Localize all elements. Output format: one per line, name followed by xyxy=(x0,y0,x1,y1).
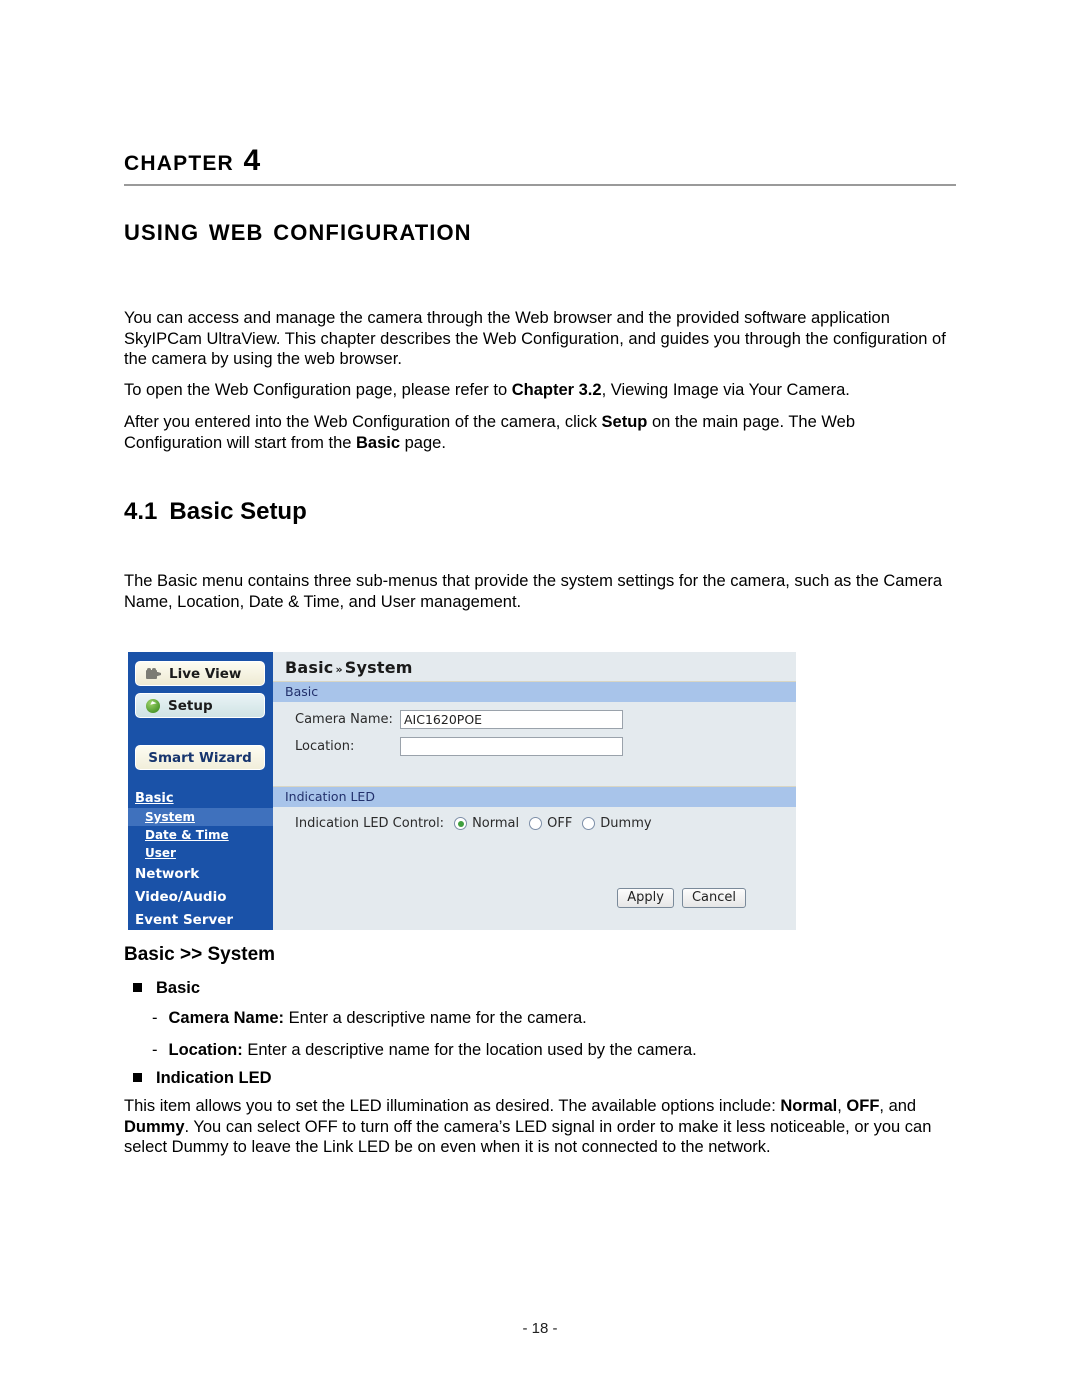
intro-paragraph-3: After you entered into the Web Configura… xyxy=(124,412,956,453)
chapter-rule xyxy=(124,184,956,186)
video-camera-icon xyxy=(146,667,162,680)
chapter-label: Chapter 4 xyxy=(124,144,262,177)
setup-label: Setup xyxy=(168,697,213,714)
breadcrumb-leaf: System xyxy=(344,658,413,677)
led-control-label: Indication LED Control: xyxy=(295,816,445,831)
sidebar-item-video-audio[interactable]: Video/Audio xyxy=(128,885,273,908)
section-number: 4.1 xyxy=(124,498,158,525)
location-term: Location: xyxy=(168,1041,243,1059)
details-heading: Basic >> System xyxy=(124,944,276,965)
led-desc-g: . You can select OFF to turn off the cam… xyxy=(124,1117,932,1157)
intro-3-text-a: After you entered into the Web Configura… xyxy=(124,413,602,431)
square-bullet-icon xyxy=(133,1073,142,1082)
intro-2-text-c: , Viewing Image via Your Camera. xyxy=(601,381,850,399)
basic-emphasis: Basic xyxy=(356,433,401,452)
led-description-paragraph: This item allows you to set the LED illu… xyxy=(124,1096,956,1158)
sidebar-item-date-time[interactable]: Date & Time xyxy=(128,826,273,844)
section-title: Basic Setup xyxy=(169,498,307,525)
form-actions: Apply Cancel xyxy=(617,888,746,908)
square-bullet-icon xyxy=(133,983,142,992)
sidebar-nav: Basic System Date & Time User Network Vi… xyxy=(128,789,273,930)
location-definition: Enter a descriptive name for the locatio… xyxy=(242,1041,697,1059)
live-view-button[interactable]: Live View xyxy=(135,661,265,686)
radio-off-label: OFF xyxy=(547,816,573,831)
smart-wizard-button[interactable]: Smart Wizard xyxy=(135,745,265,770)
chapter-reference: Chapter 3.2 xyxy=(511,381,602,399)
detail-camera-name: - Camera Name: Enter a descriptive name f… xyxy=(152,1008,952,1029)
detail-location: - Location: Enter a descriptive name for … xyxy=(152,1040,952,1061)
sidebar-item-event-server[interactable]: Event Server xyxy=(128,908,273,930)
camera-name-definition: Enter a descriptive name for the camera. xyxy=(284,1009,587,1027)
page-footer: - 18 - xyxy=(522,1320,558,1337)
section-bar-basic: Basic xyxy=(273,681,796,702)
app-sidebar: Live View Setup Smart Wizard Basic Syste… xyxy=(128,652,273,930)
bullet-indication-led: Indication LED xyxy=(133,1069,272,1088)
chapter-header: Chapter 4 xyxy=(124,146,956,186)
bullet-basic: Basic xyxy=(133,979,200,998)
intro-3-text-e: page. xyxy=(400,433,446,452)
intro-2-text-a: To open the Web Configuration page, plea… xyxy=(124,381,512,399)
bullet-basic-label: Basic xyxy=(156,979,201,997)
intro-paragraph-2: To open the Web Configuration page, plea… xyxy=(124,380,956,401)
camera-name-term: Camera Name: xyxy=(168,1009,285,1027)
document-page: Chapter 4 Using Web Configuration You ca… xyxy=(0,0,1080,1397)
smart-wizard-label: Smart Wizard xyxy=(148,749,252,766)
led-control-row: Indication LED Control: Normal OFF Dummy xyxy=(273,816,796,831)
radio-normal[interactable] xyxy=(454,817,468,830)
sidebar-item-basic[interactable]: Basic xyxy=(128,789,273,808)
radio-off[interactable] xyxy=(529,817,543,830)
basic-menu-paragraph: The Basic menu contains three sub-menus … xyxy=(124,572,943,611)
breadcrumb-separator-icon: » xyxy=(335,663,343,676)
breadcrumb-root: Basic xyxy=(285,658,334,677)
location-row: Location: xyxy=(273,737,796,756)
chapter-title: Using Web Configuration xyxy=(124,212,472,247)
embedded-app-screenshot: Live View Setup Smart Wizard Basic Syste… xyxy=(128,652,796,930)
camera-name-input[interactable]: AIC1620POE xyxy=(400,710,623,729)
camera-name-row: Camera Name: AIC1620POE xyxy=(273,710,796,729)
dash-bullet-icon: - xyxy=(152,1041,158,1059)
sidebar-item-system[interactable]: System xyxy=(128,808,273,826)
setup-button[interactable]: Setup xyxy=(135,693,265,718)
app-content-panel: Basic» System Basic Camera Name: AIC1620P… xyxy=(273,652,796,930)
intro-paragraph-1: You can access and manage the camera thr… xyxy=(124,309,946,368)
setup-orb-icon xyxy=(146,698,161,713)
section-heading: 4.1 Basic Setup xyxy=(124,498,307,526)
location-input[interactable] xyxy=(400,737,623,756)
radio-dummy[interactable] xyxy=(582,817,596,830)
led-desc-a: This item allows you to set the LED illu… xyxy=(124,1097,781,1115)
bullet-led-label: Indication LED xyxy=(156,1069,272,1087)
breadcrumb: Basic» System xyxy=(273,652,796,681)
dash-bullet-icon: - xyxy=(152,1009,158,1027)
live-view-label: Live View xyxy=(169,665,242,682)
camera-name-label: Camera Name: xyxy=(295,712,393,727)
led-option-normal: Normal xyxy=(780,1097,838,1115)
location-label: Location: xyxy=(295,739,355,754)
setup-emphasis: Setup xyxy=(601,413,648,431)
led-option-off: OFF xyxy=(846,1097,880,1115)
led-desc-e: , and xyxy=(879,1097,917,1115)
sidebar-item-user[interactable]: User xyxy=(128,844,273,862)
sidebar-item-network[interactable]: Network xyxy=(128,862,273,885)
section-bar-indication-led: Indication LED xyxy=(273,786,796,807)
cancel-button[interactable]: Cancel xyxy=(681,888,746,908)
radio-normal-label: Normal xyxy=(472,816,520,831)
led-option-dummy: Dummy xyxy=(124,1117,185,1136)
radio-dummy-label: Dummy xyxy=(600,816,652,831)
apply-button[interactable]: Apply xyxy=(617,888,674,908)
